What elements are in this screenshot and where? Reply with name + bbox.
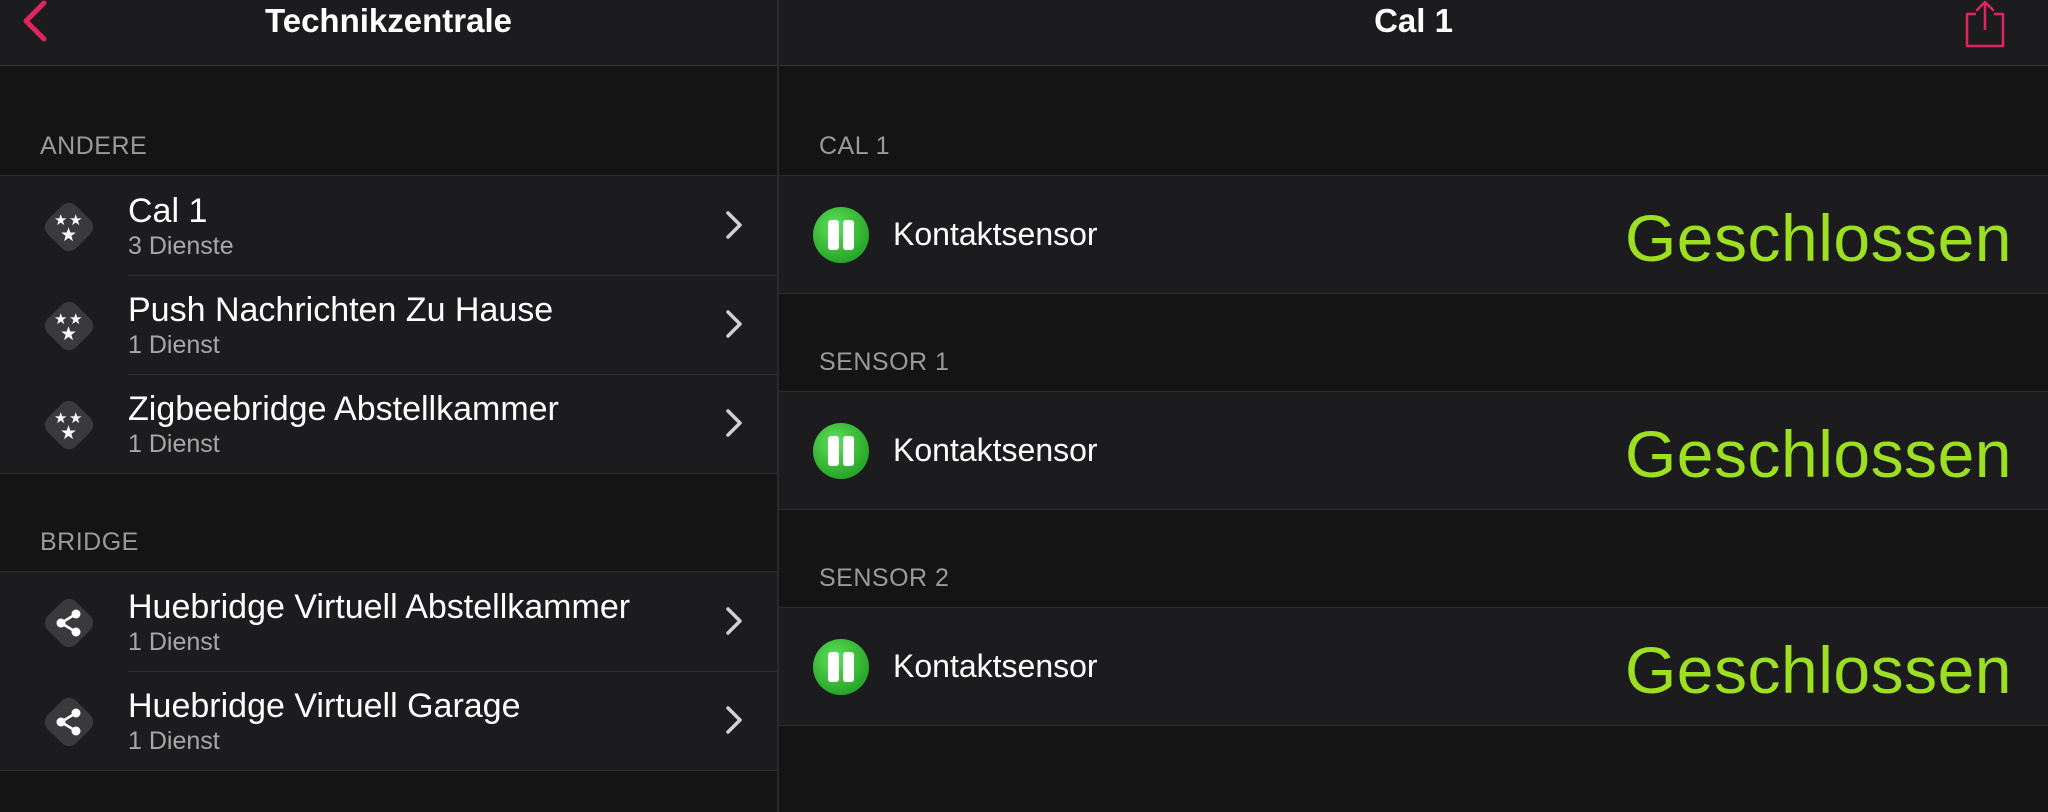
list-item-cal-1[interactable]: ★ ★ ★ Cal 1 3 Dienste	[0, 176, 777, 275]
svg-text:★: ★	[60, 323, 77, 345]
sensor-row[interactable]: Kontaktsensor Geschlossen	[779, 176, 2048, 293]
sensor-group-sensor-1: Kontaktsensor Geschlossen	[779, 391, 2048, 510]
contact-sensor-icon	[813, 207, 869, 263]
share-icon	[44, 598, 94, 648]
list-item-subtitle: 1 Dienst	[128, 331, 220, 359]
section-header-sensor-1: SENSOR 1	[819, 348, 950, 376]
group-bridge: Huebridge Virtuell Abstellkammer 1 Diens…	[0, 571, 777, 771]
stars-icon: ★ ★ ★	[44, 400, 94, 450]
accessory-detail-pane: Cal 1 CAL 1 Kontaktsensor Geschlossen SE…	[779, 0, 2048, 812]
chevron-right-icon	[726, 409, 742, 437]
sensor-state: Geschlossen	[1624, 633, 2012, 707]
share-icon	[1965, 0, 2005, 48]
right-nav-title: Cal 1	[1374, 2, 1453, 39]
section-header-cal-1: CAL 1	[819, 132, 891, 160]
sensor-label: Kontaktsensor	[893, 216, 1098, 252]
chevron-right-icon	[726, 211, 742, 239]
right-navbar: Cal 1	[779, 0, 2048, 66]
sensor-group-sensor-2: Kontaktsensor Geschlossen	[779, 607, 2048, 726]
list-item-huebridge-garage[interactable]: Huebridge Virtuell Garage 1 Dienst	[0, 671, 777, 770]
stars-icon: ★ ★ ★	[44, 202, 94, 252]
sensor-group-cal-1: Kontaktsensor Geschlossen	[779, 175, 2048, 294]
sensor-state: Geschlossen	[1624, 417, 2012, 491]
list-item-push-nachrichten[interactable]: ★ ★ ★ Push Nachrichten Zu Hause 1 Dienst	[0, 275, 777, 374]
svg-text:★: ★	[60, 224, 77, 246]
list-item-title: Zigbeebridge Abstellkammer	[128, 390, 559, 428]
left-navbar: Technikzentrale	[0, 0, 777, 66]
accessory-list-pane: Technikzentrale ANDERE ★ ★ ★ Cal 1 3 Die…	[0, 0, 777, 812]
list-item-subtitle: 3 Dienste	[128, 232, 234, 260]
section-header-sensor-2: SENSOR 2	[819, 564, 950, 592]
list-item-subtitle: 1 Dienst	[128, 628, 220, 656]
group-andere: ★ ★ ★ Cal 1 3 Dienste ★ ★ ★ Push Nachric…	[0, 175, 777, 474]
left-nav-title: Technikzentrale	[265, 2, 512, 39]
contact-sensor-icon	[813, 639, 869, 695]
sensor-label: Kontaktsensor	[893, 432, 1098, 468]
chevron-right-icon	[726, 310, 742, 338]
list-item-zigbeebridge[interactable]: ★ ★ ★ Zigbeebridge Abstellkammer 1 Diens…	[0, 374, 777, 473]
stars-icon: ★ ★ ★	[44, 301, 94, 351]
contact-sensor-icon	[813, 423, 869, 479]
chevron-right-icon	[726, 607, 742, 635]
share-icon	[44, 697, 94, 747]
section-header-bridge: BRIDGE	[40, 528, 139, 556]
svg-text:★: ★	[60, 422, 77, 444]
list-item-title: Huebridge Virtuell Garage	[128, 687, 521, 725]
list-item-subtitle: 1 Dienst	[128, 430, 220, 458]
list-item-title: Cal 1	[128, 192, 208, 230]
list-item-title: Push Nachrichten Zu Hause	[128, 291, 554, 329]
sensor-state: Geschlossen	[1624, 201, 2012, 275]
sensor-row[interactable]: Kontaktsensor Geschlossen	[779, 608, 2048, 725]
sensor-row[interactable]: Kontaktsensor Geschlossen	[779, 392, 2048, 509]
sensor-label: Kontaktsensor	[893, 648, 1098, 684]
chevron-right-icon	[726, 706, 742, 734]
list-item-subtitle: 1 Dienst	[128, 727, 220, 755]
share-button[interactable]	[1962, 0, 2008, 50]
list-item-huebridge-abstellkammer[interactable]: Huebridge Virtuell Abstellkammer 1 Diens…	[0, 572, 777, 671]
section-header-andere: ANDERE	[40, 132, 148, 160]
list-item-title: Huebridge Virtuell Abstellkammer	[128, 588, 631, 626]
